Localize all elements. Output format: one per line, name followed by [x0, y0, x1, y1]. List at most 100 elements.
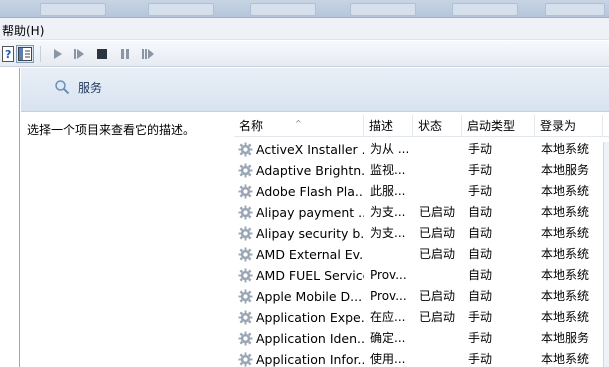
cell-startup-type: 手动: [468, 352, 493, 366]
background-tab[interactable]: [350, 3, 416, 16]
cell-logon-as: 本地服务: [541, 163, 590, 177]
table-row[interactable]: Application Infor... 使用... 手动 本地系统: [234, 349, 609, 367]
cell-status: [419, 139, 463, 160]
cell-startup-type: 手动: [468, 184, 493, 198]
cell-logon-as: 本地系统: [541, 226, 590, 240]
start-alt-icon[interactable]: [70, 45, 88, 63]
cell-logon-as: 本地系统: [541, 247, 590, 261]
cell-status: [419, 349, 463, 367]
services-list: 名称 ^ 描述 状态 启动类型 登录为 ActiveX Installer ..…: [234, 112, 609, 367]
cell-description: 为支...: [370, 205, 406, 219]
service-gear-icon: [238, 352, 253, 367]
table-row[interactable]: Adaptive Brightn... 监视... 手动 本地服务: [234, 160, 609, 181]
cell-name: AMD External Ev...: [256, 247, 364, 262]
cell-description: 此服...: [370, 184, 406, 198]
column-logon-as-label: 登录为: [540, 119, 577, 133]
cell-status: 已启动: [419, 289, 456, 303]
table-row[interactable]: Application Iden... 确定... 手动 本地服务: [234, 328, 609, 349]
cell-name: Application Iden...: [256, 331, 364, 346]
table-row[interactable]: Application Expe... 在应... 已启动 手动 本地系统: [234, 307, 609, 328]
table-row[interactable]: ActiveX Installer ... 为从 ... 手动 本地系统: [234, 139, 609, 160]
cell-status: [419, 328, 463, 349]
vertical-scrollbar[interactable]: [603, 142, 609, 367]
console-tree-pane[interactable]: [0, 68, 20, 367]
cell-description: 确定...: [370, 331, 406, 345]
cell-logon-as: 本地系统: [541, 268, 590, 282]
cell-status: 已启动: [419, 310, 456, 324]
show-hide-console-tree-icon[interactable]: [16, 45, 34, 63]
cell-startup-type: 自动: [468, 226, 493, 240]
column-header-description[interactable]: 描述: [364, 115, 413, 137]
cell-logon-as: 本地系统: [541, 289, 590, 303]
cell-status: [419, 160, 463, 181]
stop-icon[interactable]: [93, 45, 111, 63]
start-icon[interactable]: [49, 45, 67, 63]
service-gear-icon: [238, 331, 253, 346]
column-header-startup-type[interactable]: 启动类型: [462, 115, 535, 137]
cell-logon-as: 本地系统: [541, 352, 590, 366]
cell-status: 已启动: [419, 226, 456, 240]
restart-icon[interactable]: [139, 45, 157, 63]
column-description-label: 描述: [369, 119, 394, 133]
table-row[interactable]: Alipay security b... 为支... 已启动 自动 本地系统: [234, 223, 609, 244]
table-row[interactable]: Alipay payment ... 为支... 已启动 自动 本地系统: [234, 202, 609, 223]
background-tab[interactable]: [250, 3, 316, 16]
cell-description: 监视...: [370, 163, 406, 177]
cell-status: [419, 181, 463, 202]
column-header-logon-as[interactable]: 登录为: [535, 115, 603, 137]
cell-name: Application Expe...: [256, 310, 364, 325]
cell-logon-as: 本地服务: [541, 331, 590, 345]
cell-startup-type: 手动: [468, 142, 493, 156]
table-row[interactable]: AMD FUEL Service Prov... 自动 本地系统: [234, 265, 609, 286]
table-row[interactable]: Apple Mobile D... Prov... 已启动 自动 本地系统: [234, 286, 609, 307]
cell-status: 已启动: [419, 205, 456, 219]
cell-status: [419, 265, 463, 286]
cell-name: Apple Mobile D...: [256, 289, 363, 304]
service-gear-icon: [238, 289, 253, 304]
cell-description: [370, 244, 414, 265]
services-header: 服务: [21, 68, 609, 112]
service-gear-icon: [238, 163, 253, 178]
cell-description: Prov...: [370, 268, 407, 282]
column-header-status[interactable]: 状态: [413, 115, 462, 137]
description-pane: 选择一个项目来查看它的描述。: [21, 112, 234, 367]
services-title: 服务: [78, 81, 103, 95]
cell-startup-type: 自动: [468, 268, 493, 282]
cell-logon-as: 本地系统: [541, 205, 590, 219]
cell-name: AMD FUEL Service: [256, 268, 364, 283]
column-header-name[interactable]: 名称 ^: [234, 115, 364, 137]
cell-description: 在应...: [370, 310, 406, 324]
cell-name: Alipay security b...: [256, 226, 364, 241]
description-text: 选择一个项目来查看它的描述。: [27, 123, 196, 137]
service-gear-icon: [238, 247, 253, 262]
cell-logon-as: 本地系统: [541, 142, 590, 156]
cell-description: 为支...: [370, 226, 406, 240]
cell-description: 使用...: [370, 352, 406, 366]
list-header: 名称 ^ 描述 状态 启动类型 登录为: [234, 115, 609, 137]
toolbar-separator: [40, 46, 41, 62]
background-tab[interactable]: [40, 3, 106, 16]
column-status-label: 状态: [418, 119, 443, 133]
menu-bar: 帮助(H): [0, 18, 609, 40]
menu-help[interactable]: 帮助(H): [2, 22, 44, 39]
cell-status: 已启动: [419, 247, 456, 261]
svg-text:?: ?: [5, 48, 11, 61]
cell-startup-type: 自动: [468, 289, 493, 303]
window-tab-strip: [0, 0, 609, 18]
cell-logon-as: 本地系统: [541, 184, 590, 198]
table-row[interactable]: AMD External Ev... 已启动 自动 本地系统: [234, 244, 609, 265]
background-tab[interactable]: [545, 3, 605, 16]
service-gear-icon: [238, 184, 253, 199]
table-row[interactable]: Adobe Flash Pla... 此服... 手动 本地系统: [234, 181, 609, 202]
cell-startup-type: 自动: [468, 247, 493, 261]
service-gear-icon: [238, 142, 253, 157]
cell-startup-type: 手动: [468, 163, 493, 177]
background-tab[interactable]: [452, 3, 518, 16]
cell-name: Adaptive Brightn...: [256, 163, 364, 178]
cell-startup-type: 自动: [468, 205, 493, 219]
service-gear-icon: [238, 226, 253, 241]
pause-icon[interactable]: [116, 45, 134, 63]
cell-description: Prov...: [370, 289, 407, 303]
background-tab[interactable]: [148, 3, 214, 16]
service-gear-icon: [238, 310, 253, 325]
